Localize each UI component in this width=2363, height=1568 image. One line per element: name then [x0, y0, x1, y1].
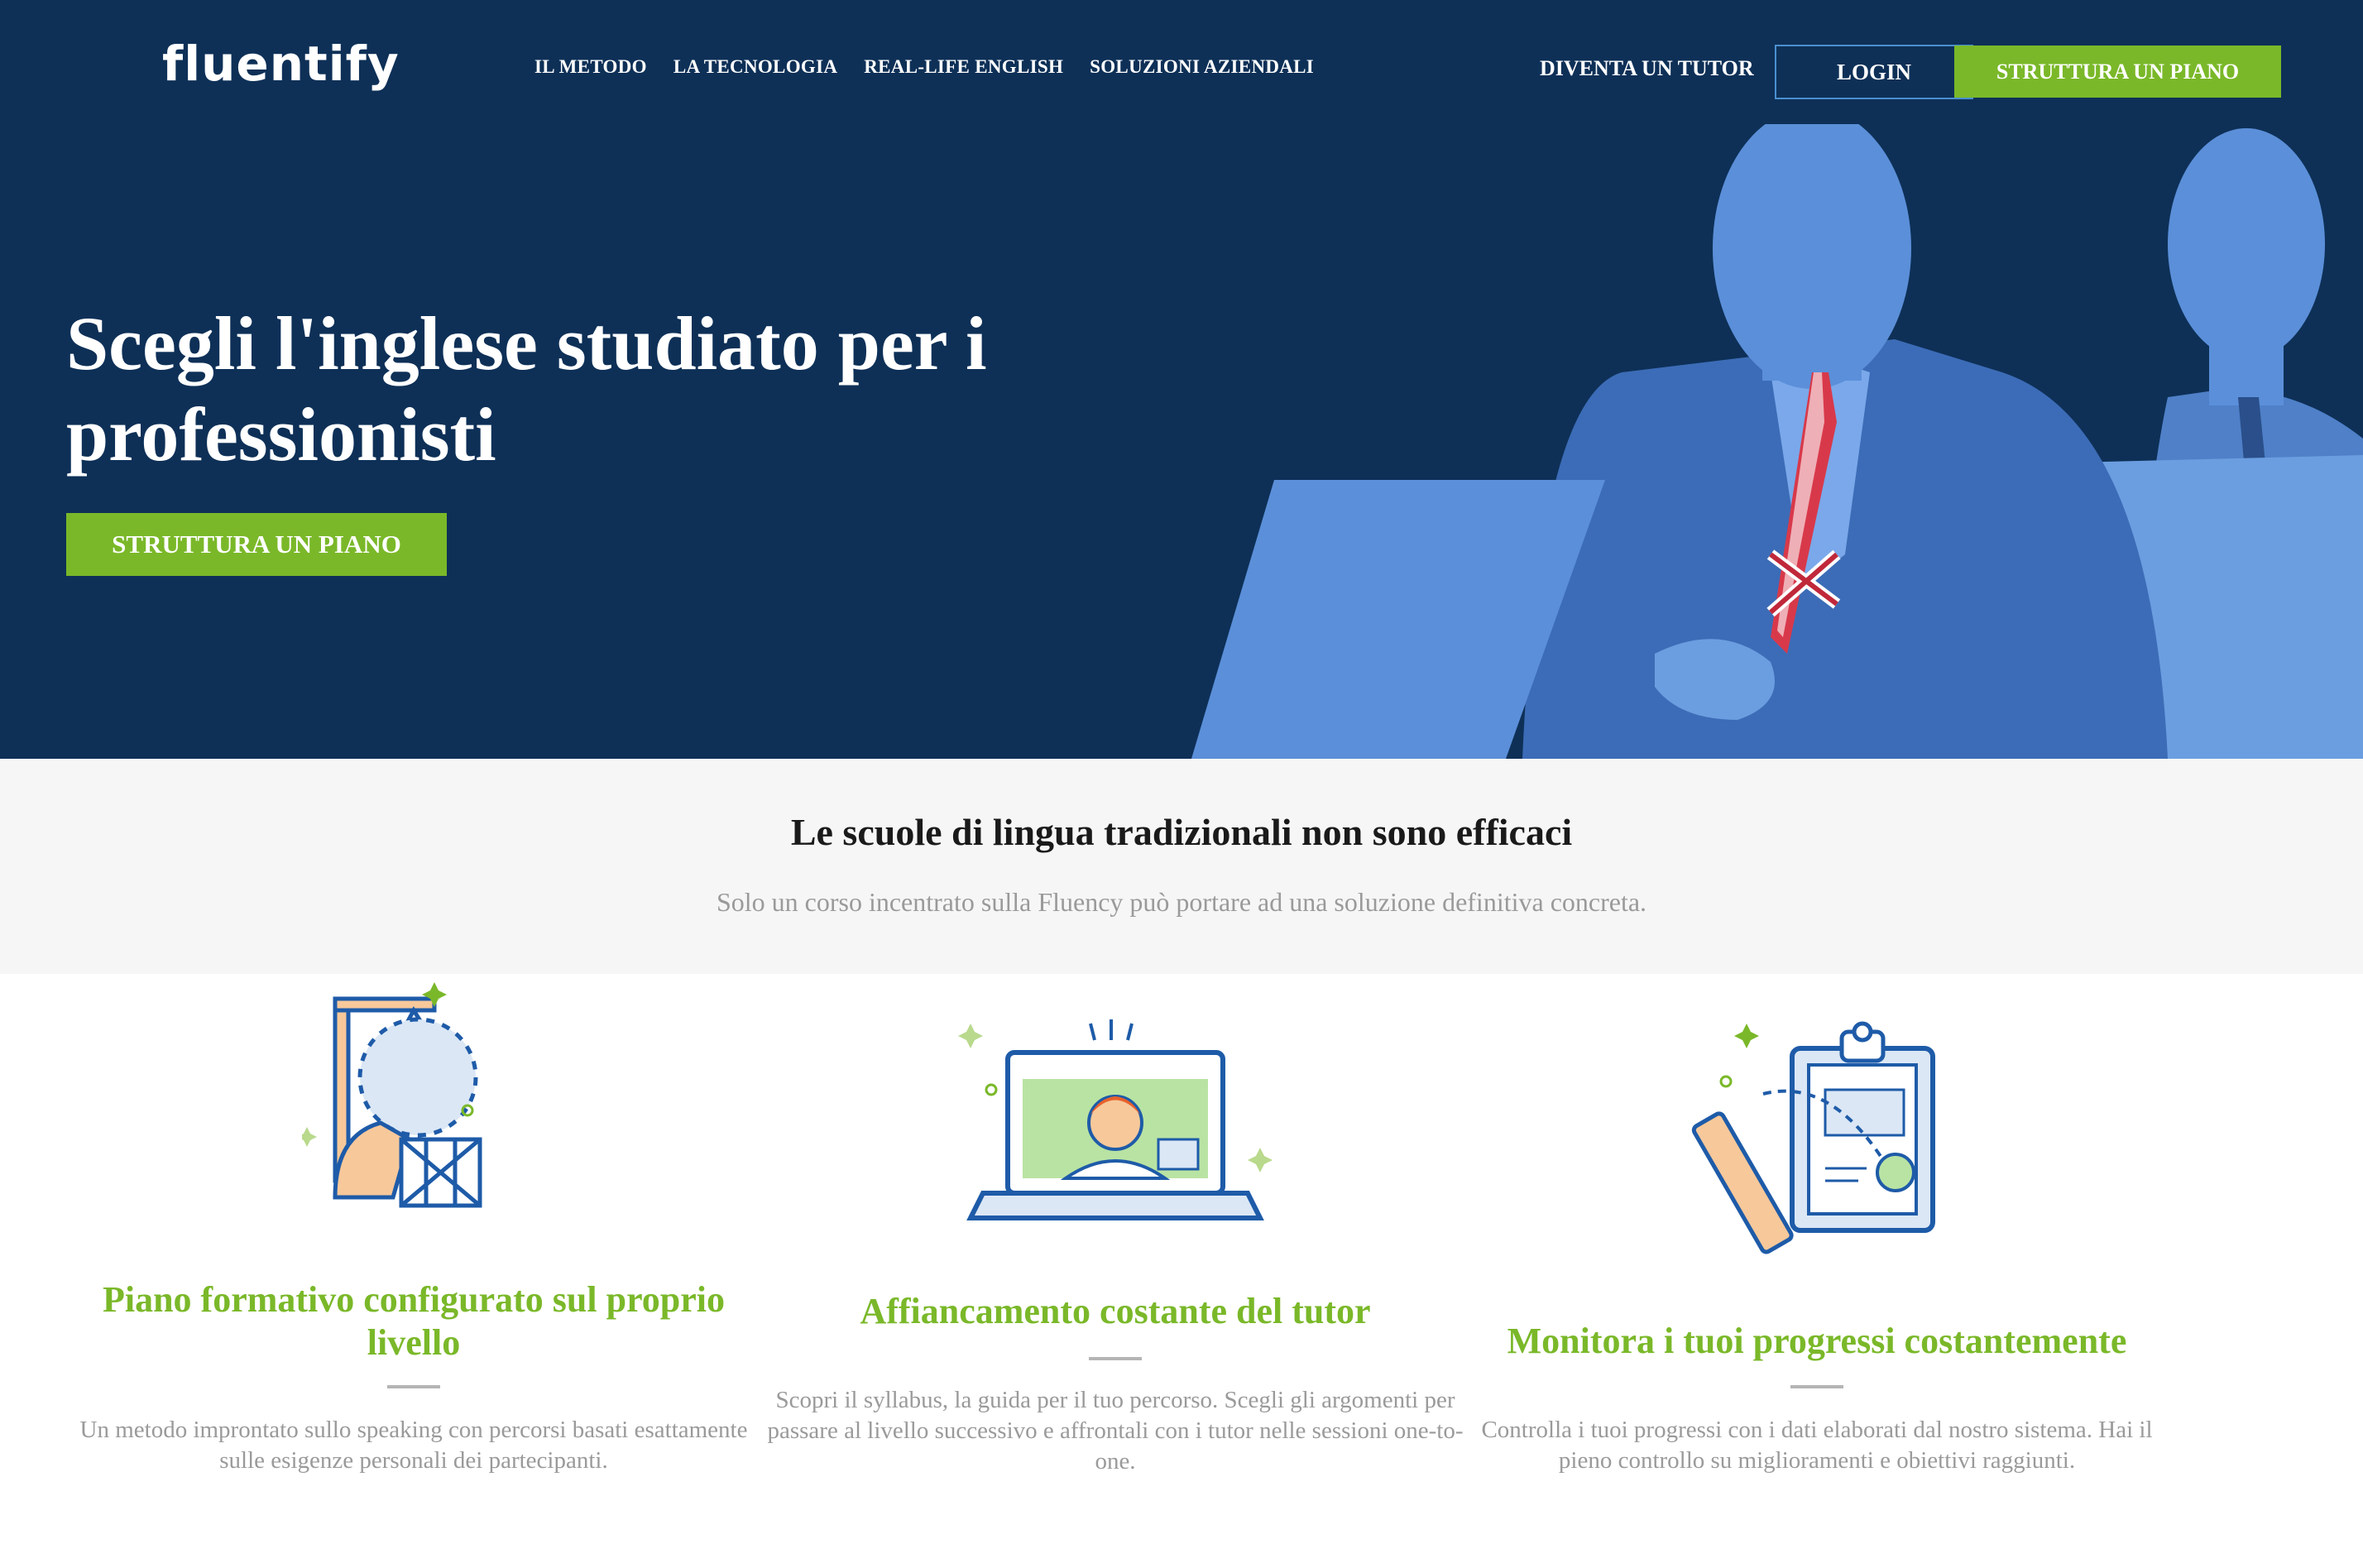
- feature-title: Monitora i tuoi progressi costantemente: [1507, 1321, 2127, 1361]
- intro-subtitle: Solo un corso incentrato sulla Fluency p…: [716, 887, 1647, 917]
- intro-title: Le scuole di lingua tradizionali non son…: [790, 811, 1573, 853]
- nav-item-la-tecnologia[interactable]: LA TECNOLOGIA: [673, 56, 837, 78]
- feature-description: Un metodo improntato sullo speaking con …: [79, 1417, 748, 1474]
- feature-description: Controlla i tuoi progressi con i dati el…: [1481, 1417, 2153, 1474]
- main-nav: IL METODO LA TECNOLOGIA REAL-LIFE ENGLIS…: [534, 56, 1314, 78]
- businessmen-illustration: [1191, 124, 2363, 759]
- feature-divider: [1790, 1385, 1843, 1388]
- fluentify-logo[interactable]: fluentify: [162, 26, 400, 101]
- plan-button-header[interactable]: STRUTTURA UN PIANO: [1954, 46, 2281, 98]
- clipboard-progress-icon: [1691, 1021, 1935, 1254]
- feature-divider: [387, 1385, 440, 1388]
- feature-divider: [1089, 1357, 1142, 1360]
- construction-plan-icon: [302, 982, 482, 1208]
- nav-item-soluzioni-aziendali[interactable]: SOLUZIONI AZIENDALI: [1090, 56, 1314, 78]
- login-button[interactable]: LOGIN: [1775, 45, 1973, 99]
- feature-description: Scopri il syllabus, la guida per il tuo …: [767, 1387, 1464, 1474]
- feature-title: Affiancamento costante del tutor: [860, 1291, 1371, 1331]
- nav-item-real-life-english[interactable]: REAL-LIFE ENGLISH: [864, 56, 1063, 78]
- intro-section: Le scuole di lingua tradizionali non son…: [0, 759, 2363, 974]
- plan-button-hero[interactable]: STRUTTURA UN PIANO: [66, 513, 447, 576]
- hero-title: Scegli l'inglese studiato per i professi…: [66, 301, 987, 477]
- nav-item-il-metodo[interactable]: IL METODO: [534, 56, 647, 78]
- video-call-laptop-icon: [958, 1019, 1273, 1220]
- become-tutor-link[interactable]: DIVENTA UN TUTOR: [1540, 56, 1754, 81]
- logo-text: fluentify: [162, 36, 400, 92]
- feature-title: Piano formativo configurato sul proprio …: [102, 1279, 726, 1363]
- hero-section: fluentify IL METODO LA TECNOLOGIA REAL-L…: [0, 0, 2363, 759]
